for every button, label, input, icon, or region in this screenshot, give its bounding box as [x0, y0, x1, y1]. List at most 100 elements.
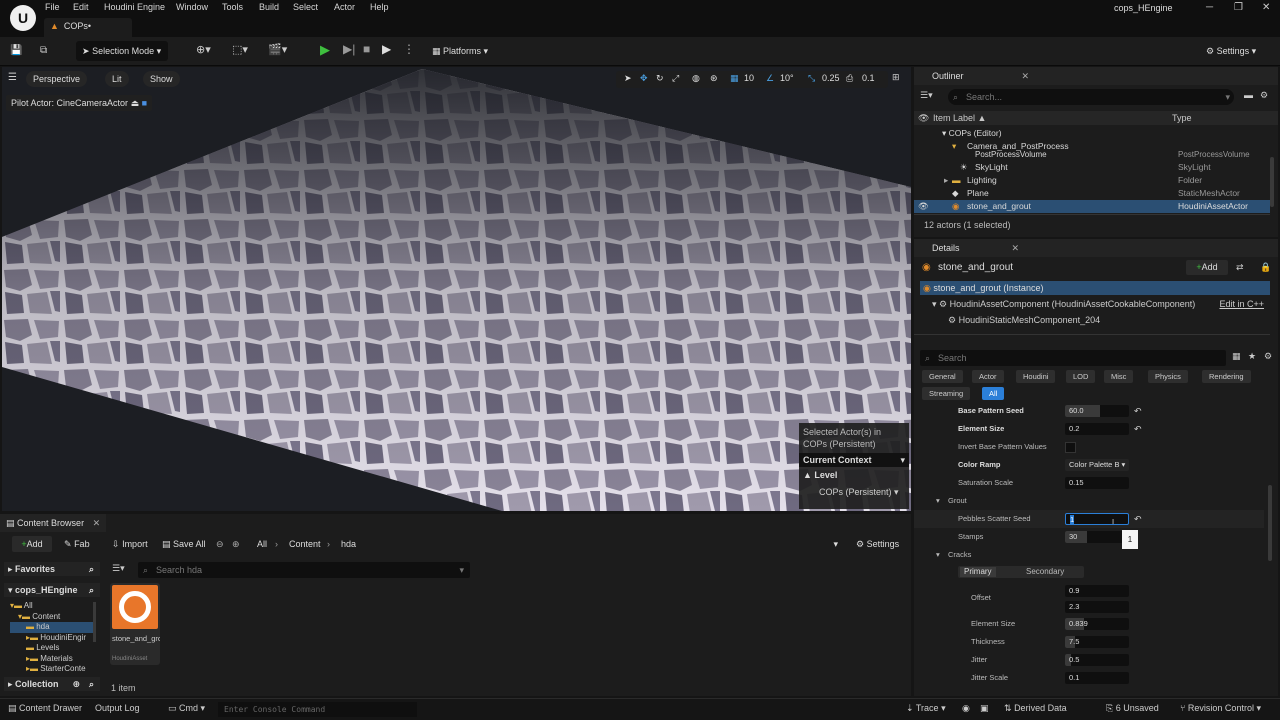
offset-y-input[interactable]: 2.3	[1065, 601, 1129, 613]
breadcrumb-hda[interactable]: hda	[341, 536, 356, 552]
world-space-icon[interactable]: ◍	[692, 73, 700, 84]
revision-control-button[interactable]: ⑂ Revision Control ▾	[1180, 703, 1261, 714]
lit-button[interactable]: Lit	[105, 71, 129, 87]
scale-snap-value[interactable]: 0.25	[822, 73, 840, 83]
fab-button[interactable]: ✎ Fab	[64, 539, 90, 550]
type-column[interactable]: Type	[1172, 111, 1192, 125]
item-label-column[interactable]: Item Label ▲	[933, 111, 986, 125]
menu-file[interactable]: File	[45, 2, 60, 12]
camera-speed-value[interactable]: 0.1	[862, 73, 875, 83]
tree-item[interactable]: ▸▬ HoudiniEngir	[10, 633, 94, 644]
thickness-slider[interactable]: 7.5	[1065, 636, 1129, 648]
close-icon[interactable]: ✕	[1262, 2, 1270, 13]
outliner-settings-icon[interactable]: ⚙	[1260, 90, 1268, 101]
tab-streaming[interactable]: Streaming	[922, 387, 971, 400]
show-button[interactable]: Show	[143, 71, 180, 87]
content-browser-tab[interactable]: ▤ Content Browser ✕	[0, 514, 106, 532]
pebbles-seed-input[interactable]: 1	[1065, 513, 1129, 525]
tree-item[interactable]: ▾▬ Content	[10, 612, 94, 623]
tab-actor[interactable]: Actor	[972, 370, 1004, 383]
current-context-header[interactable]: Current Context ▾	[799, 453, 909, 467]
tree-item[interactable]: ▸▬ StarterConte	[10, 664, 94, 675]
viewport-menu-icon[interactable]: ☰	[8, 72, 17, 83]
selection-mode-dropdown[interactable]: ➤ Selection Mode ▾	[76, 41, 168, 61]
menu-select[interactable]: Select	[293, 2, 318, 12]
snapshot-icon[interactable]: ▣	[980, 703, 989, 714]
tab-lod[interactable]: LOD	[1066, 370, 1096, 383]
content-drawer-button[interactable]: ▤ Content Drawer	[8, 703, 82, 714]
mesh-component-row[interactable]: ⚙ HoudiniStaticMeshComponent_204	[948, 314, 1100, 327]
play-button[interactable]: ▶	[320, 42, 330, 58]
record-icon[interactable]: ◉	[962, 703, 970, 714]
instance-row[interactable]: ◉ stone_and_grout (Instance)	[920, 281, 1270, 295]
color-ramp-dropdown[interactable]: Color Palette B ▾	[1065, 459, 1129, 471]
favorites-star-icon[interactable]: ★	[1248, 351, 1256, 362]
menu-tools[interactable]: Tools	[222, 2, 243, 12]
close-outliner-icon[interactable]: ✕	[1022, 71, 1030, 81]
blueprints-icon[interactable]: ⬚▾	[232, 43, 248, 56]
scale-tool-icon[interactable]: ⤢	[672, 73, 679, 84]
unreal-logo-icon[interactable]: U	[10, 5, 36, 31]
settings-button[interactable]: ⚙ Settings ▾	[1206, 41, 1256, 61]
reset-icon[interactable]: ↶	[1134, 420, 1142, 438]
element-size-slider[interactable]: 0.2	[1065, 423, 1129, 435]
console-input[interactable]: Enter Console Command	[218, 702, 417, 717]
menu-build[interactable]: Build	[259, 2, 279, 12]
outliner-row[interactable]: ▾ COPs (Editor)	[914, 127, 1270, 140]
outliner-row[interactable]: ◆ Plane StaticMeshActor	[914, 187, 1270, 200]
import-button[interactable]: ⇩ Import	[112, 539, 148, 550]
maximize-icon[interactable]: ❐	[1234, 2, 1243, 13]
output-log-button[interactable]: Output Log	[95, 703, 140, 713]
filter-icon[interactable]: ☰▾	[920, 90, 933, 101]
tab-physics[interactable]: Physics	[1148, 370, 1188, 383]
trace-button[interactable]: ⇣ Trace ▾	[906, 703, 946, 714]
outliner-scrollbar[interactable]	[1270, 157, 1274, 207]
surface-snap-icon[interactable]: ⊛	[710, 73, 718, 84]
tab-general[interactable]: General	[922, 370, 963, 383]
group-grout[interactable]: ▾ Grout	[914, 492, 1264, 510]
details-search[interactable]: ⌕ Search	[920, 350, 1226, 366]
search-icon[interactable]: ⌕	[89, 562, 94, 576]
stamps-slider[interactable]: 30	[1065, 531, 1129, 543]
menu-edit[interactable]: Edit	[73, 2, 89, 12]
blueprint-icon[interactable]: ⇄	[1236, 262, 1244, 273]
outliner-search[interactable]: Search... ⌕ ▾	[948, 89, 1234, 105]
camera-icon[interactable]: ■	[142, 98, 147, 108]
more-options-icon[interactable]: ⋮	[403, 42, 415, 56]
visibility-icon[interactable]: 👁	[918, 111, 929, 125]
component-row[interactable]: ▾ ⚙ HoudiniAssetComponent (HoudiniAssetC…	[932, 298, 1270, 311]
add-component-button[interactable]: +Add	[1186, 260, 1228, 275]
menu-window[interactable]: Window	[176, 2, 208, 12]
platforms-dropdown[interactable]: ▦ Platforms ▾	[432, 41, 488, 61]
search-icon[interactable]: ⌕	[89, 583, 94, 597]
grid-snap-icon[interactable]: ▦	[730, 73, 739, 84]
project-header[interactable]: ▾ cops_HEngine ⌕	[4, 583, 100, 597]
outliner-row-selected[interactable]: 👁 ◉ stone_and_grout HoudiniAssetActor	[914, 200, 1270, 213]
back-icon[interactable]: ⊖	[216, 539, 224, 550]
save-all-button[interactable]: ▤ Save All	[162, 539, 206, 550]
group-cracks[interactable]: ▾ Cracks	[914, 546, 1264, 564]
jitter-scale-slider[interactable]: 0.1	[1065, 672, 1129, 684]
level-viewport[interactable]: ☰ Perspective Lit Show Pilot Actor: Cine…	[2, 67, 911, 511]
save-icon[interactable]: 💾	[10, 42, 22, 60]
tree-item-selected[interactable]: ▬ hda	[10, 622, 94, 633]
rotation-snap-value[interactable]: 10°	[780, 73, 794, 83]
camera-speed-icon[interactable]: ⎙	[846, 73, 853, 84]
source-control-icon[interactable]: ⧉	[40, 42, 47, 60]
reset-icon[interactable]: ↶	[1134, 510, 1142, 528]
rotate-tool-icon[interactable]: ↻	[656, 73, 664, 84]
level-dropdown[interactable]: COPs (Persistent) ▾	[819, 485, 903, 499]
tab-rendering[interactable]: Rendering	[1202, 370, 1251, 383]
forward-icon[interactable]: ⊕	[232, 539, 240, 550]
lock-icon[interactable]: 🔒	[1260, 262, 1271, 273]
viewport-layout-icon[interactable]: ⊞	[892, 72, 900, 83]
add-actor-icon[interactable]: ⊕▾	[196, 43, 211, 56]
menu-help[interactable]: Help	[370, 2, 389, 12]
tree-item[interactable]: ▸▬ Materials	[10, 654, 94, 665]
select-tool-icon[interactable]: ➤	[624, 73, 632, 84]
chevron-down-icon[interactable]: ▾	[833, 536, 838, 552]
cinematics-icon[interactable]: 🎬▾	[268, 43, 287, 56]
eject-pilot-icon[interactable]: ⏏	[131, 98, 140, 108]
menu-houdini-engine[interactable]: Houdini Engine	[104, 2, 165, 12]
scale-snap-icon[interactable]: ⤡	[808, 73, 815, 84]
